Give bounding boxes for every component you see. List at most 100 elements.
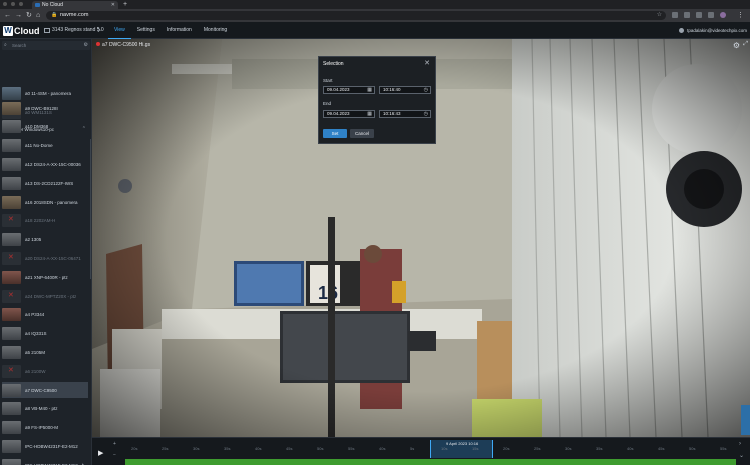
tab-title: No Cloud: [42, 2, 63, 8]
camera-list-item[interactable]: a12 DS24-A-XX-15C-00036: [2, 156, 88, 172]
main-menu: View Settings Information Monitoring: [108, 22, 233, 39]
timeline-tick-label: 50s: [689, 446, 696, 451]
filter-icon[interactable]: ⚙: [84, 41, 88, 50]
chevron-right-icon[interactable]: ›: [739, 441, 741, 447]
camera-offline-thumbnail: [2, 364, 21, 378]
sidepanel-icon[interactable]: [708, 12, 714, 18]
puzzle-icon[interactable]: [696, 12, 702, 18]
extension-icon[interactable]: [684, 12, 690, 18]
search-input[interactable]: ⌕ Search ⚙: [2, 41, 90, 50]
logo-mark: W: [3, 25, 13, 36]
camera-thumbnail: [2, 421, 21, 435]
user-account[interactable]: tpadalakin@videotechpix.com: [679, 22, 747, 39]
clock-icon: ◷: [423, 87, 428, 93]
chevron-right-icon[interactable]: ›: [97, 24, 101, 37]
set-button[interactable]: Set: [323, 129, 347, 138]
site-selector[interactable]: 3143 Regnos stand 5.0: [44, 22, 104, 39]
camera-list-item[interactable]: a8 VB-M40 - ptz: [2, 401, 88, 417]
camera-list-item[interactable]: a16 2018SDN - panomera: [2, 194, 88, 210]
selection-dialog: Selection ✕ Start 09.04.2023 ▦ 10:16:40 …: [318, 56, 436, 144]
camera-list-item[interactable]: a20 DS24-A-XX-15C-06471: [2, 250, 88, 266]
app-root: No Cloud ✕ + ← → ↻ ⌂ 🔒 navme.com ☆ ⋮ W C…: [0, 0, 750, 465]
app-logo[interactable]: W Cloud: [3, 25, 40, 36]
camera-list-item[interactable]: IPC-HDBW4231F-E2-M12: [2, 438, 88, 454]
timeline-tick-label: 40s: [255, 446, 262, 451]
camera-list-item[interactable]: a9 DWC-B9128I: [2, 100, 88, 116]
timeline-tick-label: 25s: [534, 446, 541, 451]
tab-close-icon[interactable]: ✕: [111, 1, 115, 9]
zoom-in-icon[interactable]: +: [113, 441, 116, 447]
camera-list-item[interactable]: a4 P3344: [2, 307, 88, 323]
camera-label: a18 2202AM-H: [25, 218, 56, 224]
menu-view[interactable]: View: [108, 22, 131, 39]
end-time-field[interactable]: 10:16:43 ◷: [379, 110, 431, 118]
start-time-field[interactable]: 10:16:40 ◷: [379, 86, 431, 94]
chevron-down-icon[interactable]: ⌄: [739, 452, 744, 459]
clock-icon: ◷: [423, 111, 428, 117]
recording-bar[interactable]: [125, 459, 736, 465]
camera-offline-thumbnail: [2, 289, 21, 303]
window-controls: [3, 2, 23, 6]
camera-list-item[interactable]: a7 DWC-C9500: [2, 382, 88, 398]
profile-avatar[interactable]: [720, 12, 726, 18]
timeline-tick-label: 35s: [596, 446, 603, 451]
camera-thumbnail: [2, 439, 21, 453]
home-icon[interactable]: ⌂: [36, 11, 40, 20]
timeline-tick-label: 20s: [503, 446, 510, 451]
close-window-icon[interactable]: [3, 2, 7, 6]
reload-icon[interactable]: ↻: [26, 11, 32, 20]
camera-list-item[interactable]: IPC-HDBW4231F-E2-M12 - h...: [2, 457, 88, 465]
play-icon[interactable]: ▶: [98, 449, 103, 457]
camera-thumbnail: [2, 157, 21, 171]
maximize-window-icon[interactable]: [19, 2, 23, 6]
cancel-button[interactable]: Cancel: [350, 129, 374, 138]
timeline-tick-label: 30s: [193, 446, 200, 451]
camera-list-item[interactable]: a2 1305: [2, 232, 88, 248]
camera-list-item[interactable]: a13 DS-2CD2122F-IWS: [2, 175, 88, 191]
side-tool-panel[interactable]: [741, 405, 750, 435]
camera-list-item[interactable]: a21 XNP-6400R - ptz: [2, 269, 88, 285]
menu-settings[interactable]: Settings: [131, 22, 161, 39]
tab-favicon-icon: [35, 3, 40, 7]
camera-list-item[interactable]: a24 DWC-MPTZ20X - ptz: [2, 288, 88, 304]
close-icon[interactable]: ✕: [424, 59, 430, 67]
back-icon[interactable]: ←: [4, 11, 11, 20]
camera-label: a2 1305: [25, 237, 42, 243]
camera-title: a7 DWC-C9500 Hi.gs: [96, 42, 150, 48]
camera-list-item[interactable]: a11 No-Dome: [2, 138, 88, 154]
camera-list-item[interactable]: a5 2105M: [2, 344, 88, 360]
start-time-value: 10:16:40: [383, 87, 401, 92]
camera-list-item[interactable]: a10 DM368: [2, 119, 88, 135]
browser-toolbar: ← → ↻ ⌂ 🔒 navme.com ☆ ⋮: [0, 9, 750, 22]
expand-icon[interactable]: ⤢: [743, 41, 748, 48]
timeline-tick-label: 20s: [131, 446, 138, 451]
gear-icon[interactable]: ⚙: [733, 41, 740, 50]
new-tab-icon[interactable]: +: [123, 0, 127, 9]
start-date-field[interactable]: 09.04.2023 ▦: [323, 86, 375, 94]
timeline-tick-label: 50s: [317, 446, 324, 451]
camera-list-item[interactable]: a18 2202AM-H: [2, 213, 88, 229]
menu-monitoring[interactable]: Monitoring: [198, 22, 233, 39]
camera-label: IPC-HDBW4231F-E2-M12: [25, 443, 78, 449]
timeline-track[interactable]: 9 April 2023 10:16 20s 25s 30s 35s 40s 45s 50s…: [125, 440, 736, 458]
camera-list-item[interactable]: a0 11-4SM - panomera: [2, 85, 88, 101]
zoom-out-icon[interactable]: −: [113, 452, 116, 458]
camera-list-item[interactable]: a9 FS-IP5000-M: [2, 420, 88, 436]
forward-icon[interactable]: →: [15, 11, 22, 20]
minimize-window-icon[interactable]: [11, 2, 15, 6]
camera-thumbnail: [2, 176, 21, 190]
end-date-field[interactable]: 09.04.2023 ▦: [323, 110, 375, 118]
camera-list-item[interactable]: a6 2100W: [2, 363, 88, 379]
bookmark-star-icon[interactable]: ☆: [657, 11, 662, 20]
browser-menu-icon[interactable]: ⋮: [737, 11, 744, 20]
share-icon[interactable]: [672, 12, 678, 18]
menu-information[interactable]: Information: [161, 22, 198, 39]
end-label: End: [323, 101, 332, 106]
camera-title-text: a7 DWC-C9500 Hi.gs: [102, 42, 151, 48]
user-email: tpadalakin@videotechpix.com: [687, 28, 747, 33]
timeline-tick-label: 30s: [565, 446, 572, 451]
address-bar[interactable]: 🔒 navme.com ☆: [46, 11, 666, 20]
camera-list-item[interactable]: a4 IQ331S: [2, 326, 88, 342]
timeline-tick-label: 45s: [286, 446, 293, 451]
browser-tab[interactable]: No Cloud ✕: [32, 1, 118, 9]
